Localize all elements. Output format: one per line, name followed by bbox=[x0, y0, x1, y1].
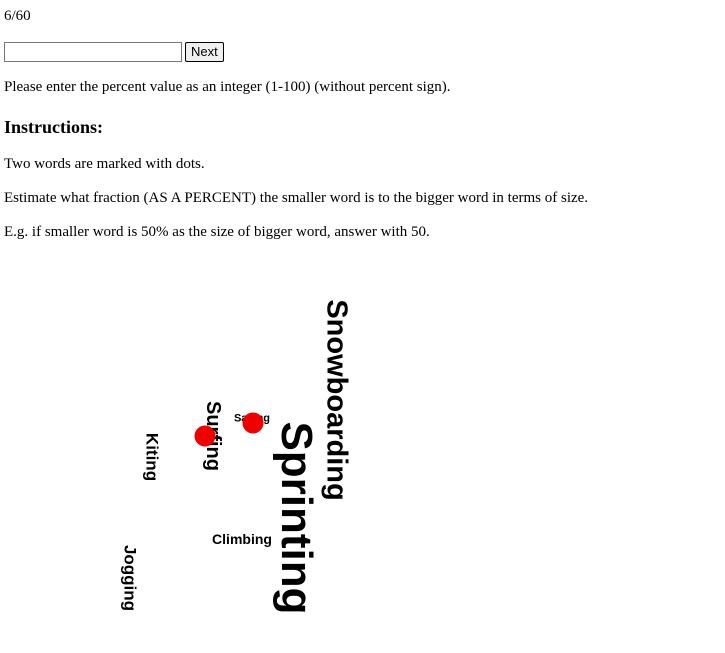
word-kiting: Kiting bbox=[142, 432, 162, 482]
answer-row: Next bbox=[4, 42, 224, 62]
answer-input[interactable] bbox=[4, 42, 182, 62]
instruction-line-3: E.g. if smaller word is 50% as the size … bbox=[4, 224, 430, 240]
next-button[interactable]: Next bbox=[185, 42, 224, 62]
instruction-line-1: Two words are marked with dots. bbox=[4, 156, 205, 172]
word-snowboarding: Snowboarding bbox=[320, 299, 353, 501]
word-jogging: Jogging bbox=[120, 544, 140, 612]
word-sprinting: Sprinting bbox=[272, 421, 321, 615]
word-sailing: Sailing bbox=[233, 412, 271, 425]
word-surfing: Surfing bbox=[202, 401, 224, 471]
progress-counter: 6/60 bbox=[4, 8, 31, 24]
instructions-heading: Instructions: bbox=[4, 117, 104, 137]
word-climbing: Climbing bbox=[212, 531, 272, 547]
answer-hint: Please enter the percent value as an int… bbox=[4, 79, 451, 95]
word-cloud: Snowboarding Sprinting Surfing Sailing K… bbox=[0, 0, 725, 653]
marker-dot-surfing bbox=[194, 425, 216, 447]
instruction-line-2: Estimate what fraction (AS A PERCENT) th… bbox=[4, 190, 589, 206]
marker-dot-sailing bbox=[242, 412, 264, 434]
